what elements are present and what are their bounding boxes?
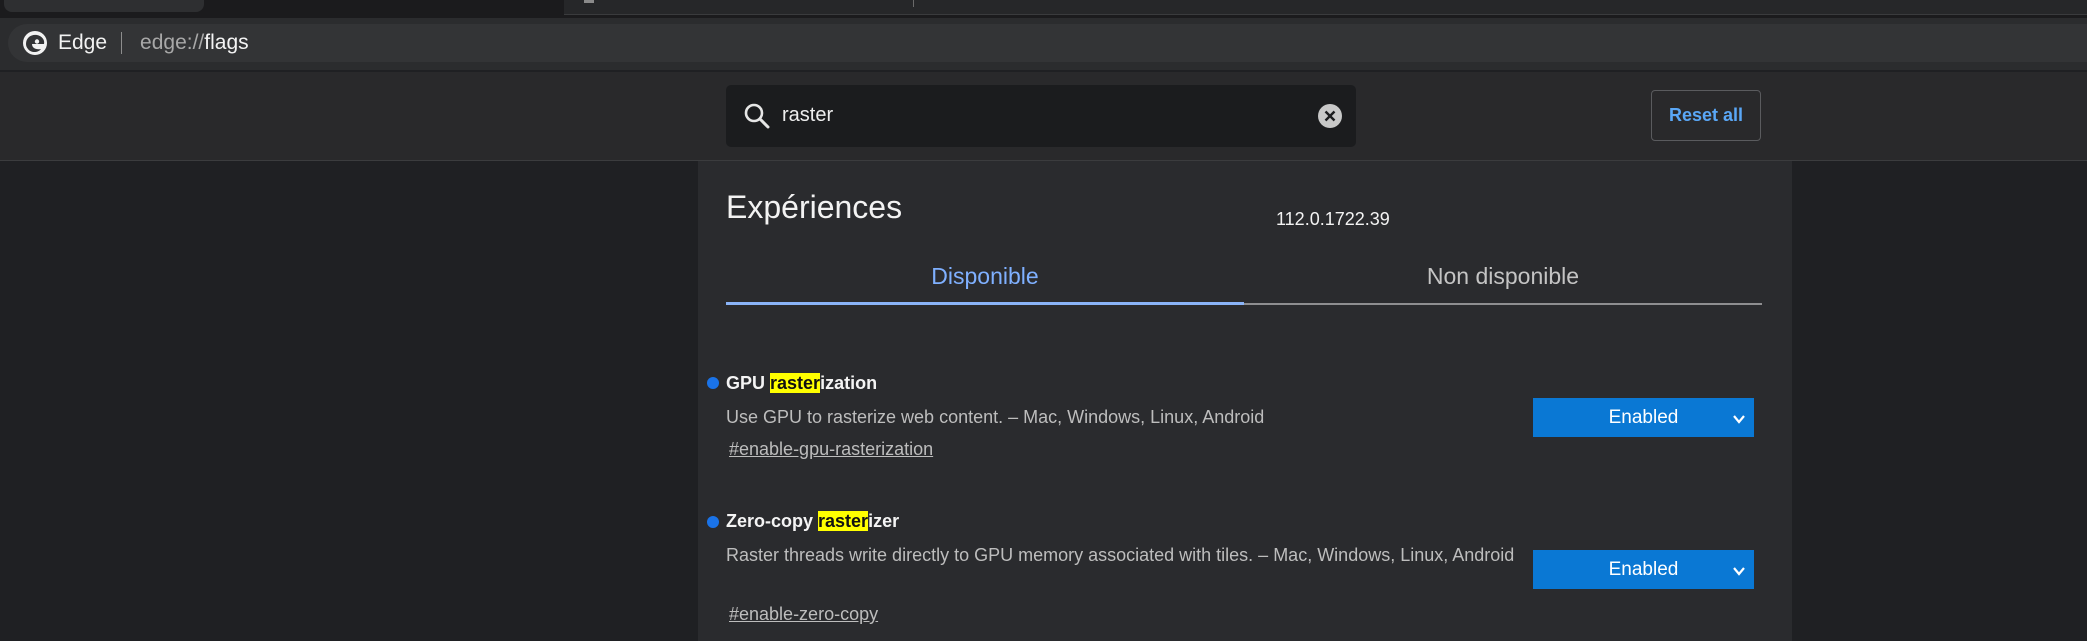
flag-modified-dot (707, 377, 719, 389)
reset-all-button[interactable]: Reset all (1651, 90, 1761, 141)
flag-state-select[interactable]: Enabled (1533, 398, 1754, 437)
experiments-panel: Expériences 112.0.1722.39 Disponible Non… (698, 161, 1792, 641)
chevron-down-icon (1732, 410, 1746, 424)
flag-description: Use GPU to rasterize web content. – Mac,… (726, 407, 1265, 427)
active-tab-indicator (726, 302, 1244, 305)
flag-description: Raster threads write directly to GPU mem… (726, 545, 1515, 565)
flag-name: Zero-copy rasterizer (726, 511, 899, 532)
search-box[interactable]: raster (726, 85, 1356, 147)
omnibox[interactable]: Edge edge://flags (8, 24, 2087, 62)
flag-name: GPU rasterization (726, 373, 877, 394)
page-title: Expériences (726, 189, 903, 225)
url-scheme: edge:// (140, 31, 205, 54)
flag-modified-dot (707, 516, 719, 528)
flag-anchor-link[interactable]: #enable-zero-copy (729, 604, 878, 625)
search-icon (743, 102, 771, 130)
flags-header: raster Reset all (0, 72, 2087, 161)
version-label: 112.0.1722.39 (1276, 209, 1390, 229)
address-bar: Edge edge://flags (0, 18, 2087, 70)
flag-anchor-link[interactable]: #enable-gpu-rasterization (729, 439, 933, 460)
url-text[interactable]: edge://flags (140, 31, 249, 55)
url-path: flags (204, 31, 249, 54)
flag-name-prefix: Zero-copy (726, 511, 819, 531)
flag-name-suffix: izer (868, 511, 900, 531)
flag-state-select[interactable]: Enabled (1533, 550, 1754, 589)
flag-name-prefix: GPU (726, 373, 771, 393)
flag-state-value: Enabled (1608, 558, 1679, 580)
flag-state-value: Enabled (1608, 406, 1679, 428)
browser-brand-label: Edge (58, 31, 108, 54)
search-highlight: raster (770, 373, 821, 393)
edge-logo-icon (22, 30, 48, 56)
flag-name-suffix: ization (820, 373, 878, 393)
tab-separator (913, 0, 914, 7)
search-highlight: raster (818, 511, 869, 531)
chevron-down-icon (1732, 562, 1746, 576)
flag-tabs: Disponible Non disponible (726, 249, 1762, 305)
browser-tab[interactable] (4, 0, 204, 12)
search-input[interactable]: raster (782, 104, 833, 127)
tab-unavailable[interactable]: Non disponible (1244, 249, 1762, 303)
address-separator (121, 32, 123, 54)
tab-favicon (584, 0, 594, 3)
clear-icon[interactable] (1317, 103, 1343, 129)
tab-strip (0, 0, 2087, 18)
tab-available[interactable]: Disponible (726, 249, 1244, 303)
browser-tab-active[interactable] (564, 0, 2087, 15)
